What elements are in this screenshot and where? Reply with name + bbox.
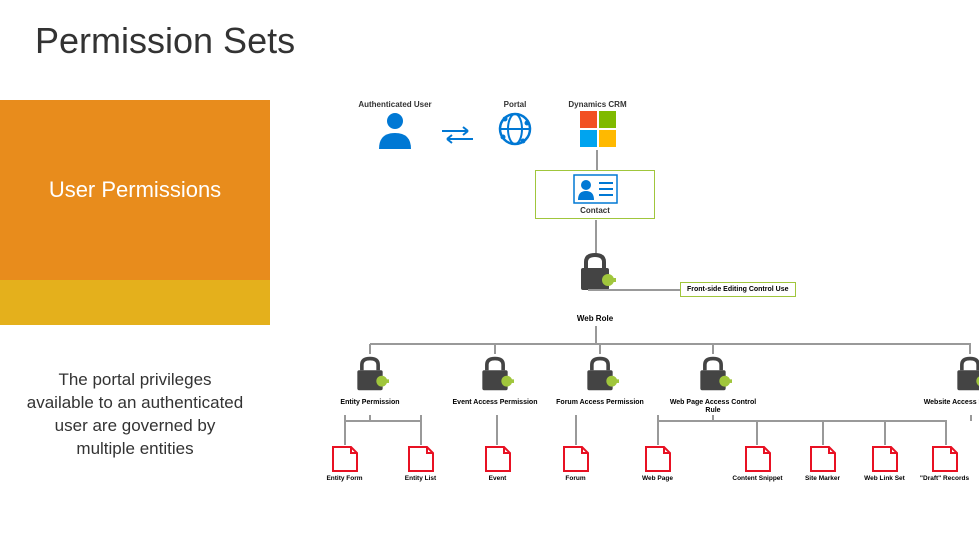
person-icon <box>350 109 440 154</box>
connector-line <box>496 415 498 445</box>
node-label: Content Snippet <box>730 475 785 482</box>
node-label: "Draft" Records <box>917 475 972 482</box>
connector-line <box>657 420 947 422</box>
node-event-access-permission: Event Access Permission <box>445 344 545 407</box>
document-icon <box>560 445 592 473</box>
document-icon <box>742 445 774 473</box>
node-web-page: Web Page <box>630 445 685 482</box>
connector-line <box>596 150 598 170</box>
node-label: Entity List <box>393 475 448 482</box>
connector-line <box>970 415 972 421</box>
node-label: Web Page Access Control Rule <box>663 399 763 414</box>
node-label: Portal <box>470 100 560 109</box>
document-icon <box>642 445 674 473</box>
document-icon <box>869 445 901 473</box>
connector-line <box>369 415 371 421</box>
sidebar-description: The portal privileges available to an au… <box>25 369 245 461</box>
connector-line <box>588 289 680 291</box>
document-icon <box>405 445 437 473</box>
node-label: Dynamics CRM <box>560 100 635 109</box>
lock-key-icon <box>550 354 650 397</box>
node-label: Site Marker <box>795 475 850 482</box>
document-icon <box>329 445 361 473</box>
lock-key-icon <box>920 354 979 397</box>
page-title: Permission Sets <box>35 20 295 62</box>
connector-line <box>884 420 886 445</box>
node-entity-permission: Entity Permission <box>320 344 420 407</box>
node-web-link-set: Web Link Set <box>857 445 912 482</box>
sidebar-description-block: The portal privileges available to an au… <box>0 325 270 505</box>
connector-line <box>595 220 597 254</box>
lock-key-icon <box>663 354 763 397</box>
document-icon <box>482 445 514 473</box>
sidebar-heading-block: User Permissions <box>0 100 270 280</box>
document-icon <box>929 445 961 473</box>
connector-line <box>822 420 824 445</box>
lock-key-icon <box>445 354 545 397</box>
node-website-access-permission: Website Access Permission <box>920 344 979 407</box>
node-forum-access-permission: Forum Access Permission <box>550 344 650 407</box>
node-front-side-editing: Front-side Editing Control Use <box>680 282 796 297</box>
sidebar-accent-bar <box>0 280 270 325</box>
node-content-snippet: Content Snippet <box>730 445 785 482</box>
globe-icon <box>470 109 560 154</box>
node-label: Contact <box>539 206 651 215</box>
microsoft-logo-icon <box>580 111 616 147</box>
connector-line <box>344 420 421 422</box>
node-contact: Contact <box>535 170 655 219</box>
connector-line <box>595 326 597 344</box>
node-entity-form: Entity Form <box>317 445 372 482</box>
node-label: Forum Access Permission <box>550 399 650 407</box>
node-event: Event <box>470 445 525 482</box>
node-label: Event <box>470 475 525 482</box>
document-icon <box>807 445 839 473</box>
node-label: Entity Permission <box>320 399 420 407</box>
node-label: Web Role <box>540 314 650 323</box>
node-label: Forum <box>548 475 603 482</box>
lock-key-icon <box>320 354 420 397</box>
node-label: Authenticated User <box>350 100 440 109</box>
node-label: Entity Form <box>317 475 372 482</box>
connector-line <box>756 420 758 445</box>
node-label: Web Link Set <box>857 475 912 482</box>
node-label: Website Access Permission <box>920 399 979 407</box>
node-web-page-access-control-rule: Web Page Access Control Rule <box>663 344 763 414</box>
node-draft-records: "Draft" Records <box>917 445 972 482</box>
contact-card-icon <box>573 174 618 204</box>
node-label: Event Access Permission <box>445 399 545 407</box>
permission-diagram: Authenticated User Portal Dynamics CRM C… <box>285 100 965 520</box>
node-authenticated-user: Authenticated User <box>350 100 440 154</box>
node-forum: Forum <box>548 445 603 482</box>
sidebar-subtitle: User Permissions <box>49 177 221 203</box>
connector-line <box>945 420 947 445</box>
node-label: Web Page <box>630 475 685 482</box>
node-site-marker: Site Marker <box>795 445 850 482</box>
node-portal: Portal <box>470 100 560 154</box>
node-entity-list: Entity List <box>393 445 448 482</box>
connector-line <box>575 415 577 445</box>
node-dynamics-crm: Dynamics CRM <box>560 100 635 149</box>
